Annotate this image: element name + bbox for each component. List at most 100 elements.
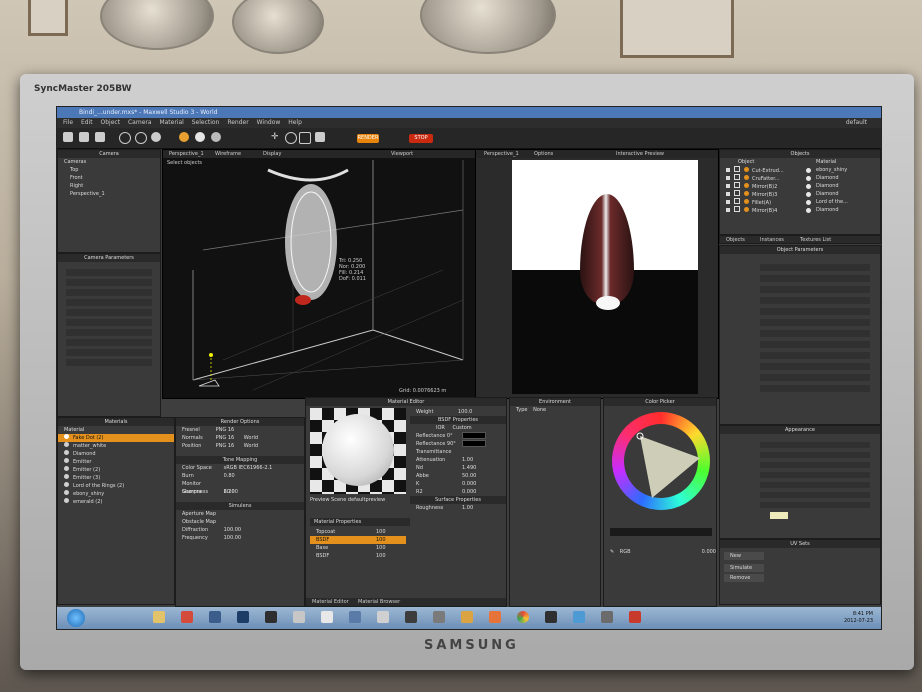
preview-tab[interactable]: Perspective_1	[484, 151, 519, 157]
material-sphere-icon[interactable]	[179, 132, 189, 142]
eye-icon[interactable]	[726, 208, 730, 212]
nd-input[interactable]: 1.490	[462, 465, 476, 471]
fresnel-format[interactable]: PNG 16	[216, 427, 235, 433]
menu-object[interactable]: Object	[101, 119, 121, 126]
color-value[interactable]: 0.000	[702, 548, 716, 556]
layer-row[interactable]: BSDF 100	[310, 536, 406, 544]
abbe-input[interactable]: 50.00	[462, 473, 476, 479]
tab-textures-list[interactable]: Textures List	[800, 237, 831, 243]
material-row[interactable]: ebony_shiny	[58, 490, 174, 498]
undo-icon[interactable]	[119, 132, 131, 144]
material-row[interactable]: matter_white	[58, 442, 174, 450]
menu-selection[interactable]: Selection	[192, 119, 220, 126]
tab-material-browser[interactable]: Material Browser	[358, 599, 400, 605]
weight-input[interactable]: 100.0	[458, 409, 472, 415]
layer-weight[interactable]: 100	[376, 545, 386, 551]
menu-edit[interactable]: Edit	[81, 119, 93, 126]
eye-icon[interactable]	[726, 176, 730, 180]
chrome-icon[interactable]	[517, 611, 529, 623]
menu-help[interactable]: Help	[288, 119, 302, 126]
color-space-select[interactable]: sRGB IEC61966-2.1	[224, 465, 273, 471]
reflectance-0-swatch[interactable]	[462, 432, 486, 439]
camera-icon[interactable]	[315, 132, 325, 142]
app-icon[interactable]	[265, 611, 277, 623]
wireframe-viewport[interactable]: Perspective_1 Wireframe Display Viewport…	[162, 149, 476, 399]
layer-weight[interactable]: 100	[376, 529, 386, 535]
object-material[interactable]: ebony_shiny	[816, 166, 847, 174]
new-icon[interactable]	[63, 132, 73, 142]
app-icon[interactable]	[545, 611, 557, 623]
interactive-preview[interactable]: Perspective_1 Options Interactive Previe…	[475, 149, 719, 399]
app-icon[interactable]	[489, 611, 501, 623]
uv-new-button[interactable]: New	[724, 552, 764, 560]
reflectance-90-swatch[interactable]	[462, 440, 486, 447]
start-button[interactable]	[67, 609, 85, 627]
explorer-icon[interactable]	[153, 611, 165, 623]
app-icon[interactable]	[321, 611, 333, 623]
object-row[interactable]: Fillet(A) Lord of the...	[720, 198, 880, 206]
stop-button[interactable]: STOP	[409, 134, 433, 143]
object-material[interactable]: Diamond	[816, 182, 839, 190]
open-icon[interactable]	[79, 132, 89, 142]
roughness-input[interactable]: 1.00	[462, 505, 473, 511]
object-material[interactable]: Diamond	[816, 206, 839, 214]
layer-row[interactable]: Base 100	[310, 544, 406, 552]
app-icon[interactable]	[349, 611, 361, 623]
color-wheel[interactable]	[612, 412, 710, 510]
photoshop-icon[interactable]	[237, 611, 249, 623]
app-icon[interactable]	[209, 611, 221, 623]
camera-item-front[interactable]: Front	[58, 174, 160, 182]
eyedropper-icon[interactable]: ✎	[610, 549, 614, 555]
tab-material-editor[interactable]: Material Editor	[312, 599, 349, 605]
material-row[interactable]: Lord of the Rings (2)	[58, 482, 174, 490]
object-row[interactable]: Cut-Extrud... ebony_shiny	[720, 166, 880, 174]
material-row[interactable]: Fake Dot (2)	[58, 434, 174, 442]
normals-format[interactable]: PNG 16	[216, 435, 235, 441]
position-space[interactable]: World	[244, 443, 258, 449]
eye-icon[interactable]	[726, 200, 730, 204]
settings-icon[interactable]	[151, 132, 161, 142]
tab-instances[interactable]: Instances	[760, 237, 784, 243]
workspace-select[interactable]: default	[846, 118, 867, 128]
custom-label[interactable]: Custom	[452, 425, 471, 431]
object-material[interactable]: Diamond	[816, 190, 839, 198]
eye-icon[interactable]	[726, 184, 730, 188]
preview-scene-select[interactable]: defaultpreview	[348, 497, 385, 503]
object-row[interactable]: CruFatter... Diamond	[720, 174, 880, 182]
lock-icon[interactable]	[734, 198, 740, 204]
camera-item-top[interactable]: Top	[58, 166, 160, 174]
layer-row[interactable]: Topcoat 100	[310, 528, 406, 536]
menu-material[interactable]: Material	[159, 119, 183, 126]
app-icon[interactable]	[433, 611, 445, 623]
object-material[interactable]: Diamond	[816, 174, 839, 182]
rotate-icon[interactable]	[285, 132, 297, 144]
layer-row[interactable]: BSDF 100	[310, 552, 406, 560]
color-triangle[interactable]	[612, 412, 710, 510]
material-row[interactable]: Emitter (3)	[58, 474, 174, 482]
emitter-sphere-icon[interactable]	[195, 132, 205, 142]
lock-icon[interactable]	[734, 174, 740, 180]
material-row[interactable]: Emitter	[58, 458, 174, 466]
material-row[interactable]: Diamond	[58, 450, 174, 458]
eye-icon[interactable]	[726, 192, 730, 196]
camera-item-perspective[interactable]: Perspective_1	[58, 190, 160, 198]
app-icon[interactable]	[573, 611, 585, 623]
diffraction-input[interactable]: 100.00	[224, 527, 242, 533]
layer-weight[interactable]: 100	[376, 553, 386, 559]
lock-icon[interactable]	[734, 190, 740, 196]
redo-icon[interactable]	[135, 132, 147, 144]
r2-input[interactable]: 0.000	[462, 489, 476, 495]
attenuation-input[interactable]: 1.00	[462, 457, 473, 463]
uv-simulate-button[interactable]: Simulate	[724, 564, 764, 572]
k-input[interactable]: 0.000	[462, 481, 476, 487]
lock-icon[interactable]	[734, 166, 740, 172]
object-material[interactable]: Lord of the...	[816, 198, 848, 206]
maxwell-icon[interactable]	[629, 611, 641, 623]
menu-camera[interactable]: Camera	[128, 119, 152, 126]
move-icon[interactable]: ✛	[271, 132, 281, 142]
uv-remove-button[interactable]: Remove	[724, 574, 764, 582]
position-format[interactable]: PNG 16	[216, 443, 235, 449]
save-icon[interactable]	[95, 132, 105, 142]
render-button[interactable]: RENDER	[357, 134, 379, 143]
menu-render[interactable]: Render	[227, 119, 248, 126]
